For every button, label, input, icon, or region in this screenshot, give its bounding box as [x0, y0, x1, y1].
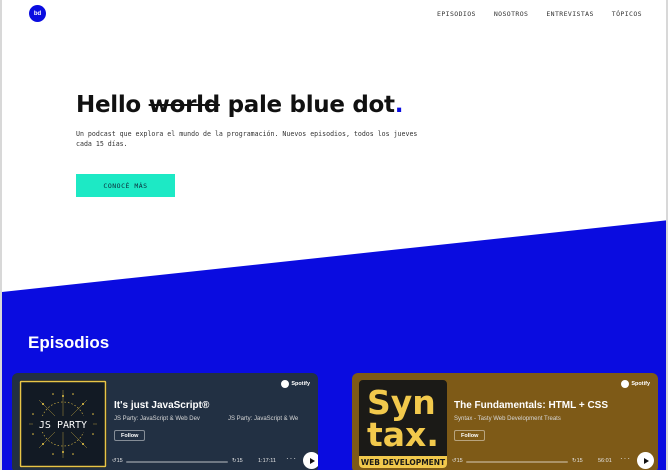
hero-title-start: Hello [76, 92, 149, 118]
episode-title[interactable]: It's just JavaScript® [114, 400, 209, 411]
js-party-art-text: JS PARTY [39, 420, 87, 431]
episode-time: 56:01 [598, 458, 612, 464]
episode-show-name-marquee: JS Party: JavaScript & We [228, 416, 299, 422]
episode-show-name: Syntax - Tasty Web Development Treats [454, 416, 561, 422]
play-button[interactable] [637, 452, 654, 469]
logo[interactable]: bd [29, 5, 46, 22]
page-frame: bd EPISODIOS NOSOTROS ENTREVISTAS TÓPICO… [0, 0, 668, 470]
nav-item-nosotros[interactable]: NOSOTROS [494, 10, 529, 18]
episode-show-name: JS Party: JavaScript & Web Dev [114, 416, 200, 422]
js-party-artwork: JS PARTY [19, 380, 107, 468]
hero-subtitle: Un podcast que explora el mundo de la pr… [76, 130, 418, 148]
spotify-label: Spotify [291, 381, 310, 387]
follow-button[interactable]: Follow [114, 430, 146, 441]
play-button[interactable] [303, 452, 318, 469]
skip-forward-icon[interactable]: ↻15 [232, 458, 243, 464]
episodes-section-title: Episodios [28, 333, 110, 352]
episode-title[interactable]: The Fundamentals: HTML + CSS [454, 400, 608, 411]
more-options-icon[interactable]: ··· [286, 454, 297, 463]
more-options-icon[interactable]: ··· [620, 454, 631, 463]
nav-item-episodios[interactable]: EPISODIOS [437, 10, 476, 18]
spotify-icon [281, 380, 290, 388]
player-controls: ↺15 ↻15 1:17:11 ··· [112, 452, 318, 469]
nav-item-entrevistas[interactable]: ENTREVISTAS [546, 10, 593, 18]
episode-time: 1:17:11 [258, 458, 276, 464]
episode-card-syntax: Syn tax. WEB DEVELOPMENT Spotify The Fun… [352, 373, 658, 470]
spotify-badge[interactable]: Spotify [281, 380, 310, 388]
progress-bar[interactable] [126, 461, 228, 463]
logo-text: bd [33, 10, 42, 17]
progress-bar[interactable] [466, 461, 568, 463]
skip-back-label: 15 [456, 458, 463, 464]
spotify-label: Spotify [631, 381, 650, 387]
episode-card-js-party: JS PARTY Spotify It's just JavaScript® J… [12, 373, 318, 470]
skip-back-icon[interactable]: ↺15 [112, 458, 123, 464]
follow-button[interactable]: Follow [454, 430, 486, 441]
js-party-cover-art: JS PARTY [19, 380, 107, 468]
player-controls: ↺15 ↻15 56:01 ··· [452, 452, 654, 469]
nav-item-topicos[interactable]: TÓPICOS [612, 10, 642, 18]
syntax-cover-art: Syn tax. WEB DEVELOPMENT [359, 380, 447, 468]
hero-title-end: pale blue dot [219, 92, 395, 118]
syntax-artwork: Syn tax. WEB DEVELOPMENT [359, 380, 447, 468]
main-nav: EPISODIOS NOSOTROS ENTREVISTAS TÓPICOS [437, 10, 642, 18]
hero-title: Hello world pale blue dot. [76, 92, 404, 118]
spotify-icon [621, 380, 630, 388]
syntax-art-text-2: tax. [367, 415, 439, 454]
skip-forward-label: 15 [576, 458, 583, 464]
skip-back-label: 15 [116, 458, 123, 464]
skip-forward-label: 15 [236, 458, 243, 464]
spotify-badge[interactable]: Spotify [621, 380, 650, 388]
skip-back-icon[interactable]: ↺15 [452, 458, 463, 464]
hero-title-dot: . [394, 92, 404, 118]
hero-title-strikethrough: world [148, 92, 221, 118]
syntax-art-caption: WEB DEVELOPMENT [361, 458, 446, 467]
conoce-mas-button[interactable]: CONOCÉ MÁS [76, 174, 175, 197]
skip-forward-icon[interactable]: ↻15 [572, 458, 583, 464]
